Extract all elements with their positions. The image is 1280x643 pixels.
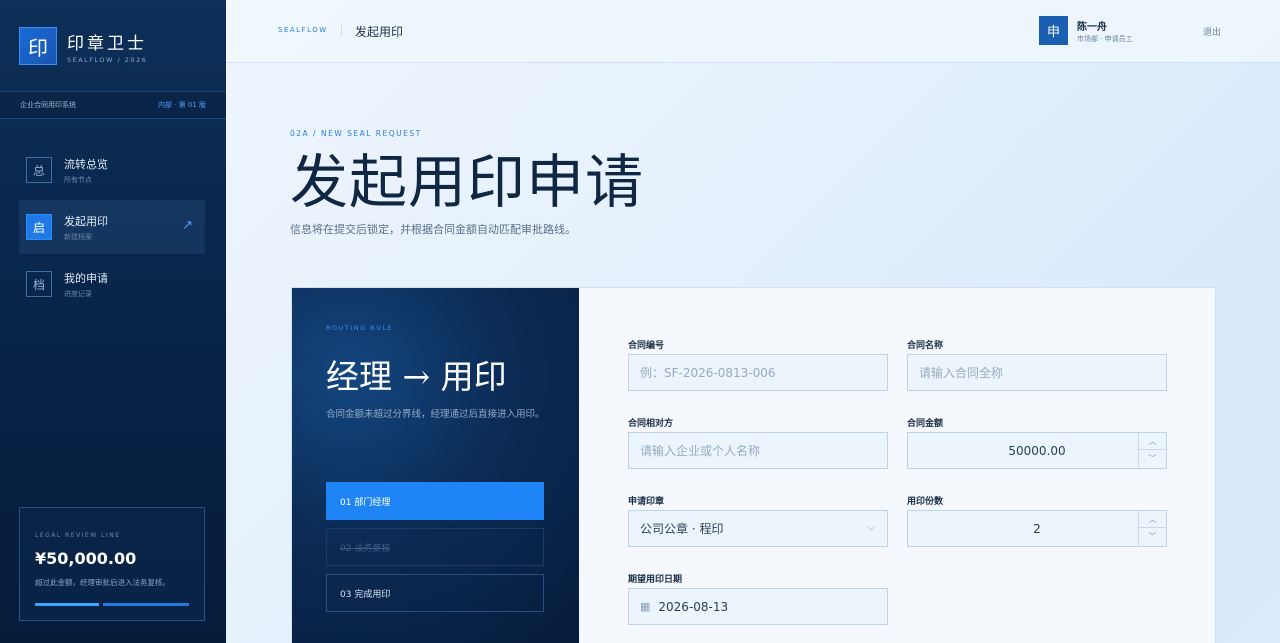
page-eyebrow: 02A / NEW SEAL REQUEST: [290, 129, 422, 138]
legal-threshold-amount: ¥50,000.00: [35, 549, 137, 568]
chevron-down-icon[interactable]: ﹀: [1139, 450, 1166, 467]
copies-stepper[interactable]: ︿ ﹀: [1138, 511, 1166, 546]
seal-label: 申请印章: [628, 497, 665, 507]
brand[interactable]: 印 印章卫士 SEALFLOW / 2026: [19, 27, 147, 65]
date-field: 期望用印日期 ▦ 2026-08-13: [628, 572, 888, 625]
sidebar-item-overview[interactable]: 总 流转总览 所有节点: [19, 143, 205, 197]
amount-value: 50000.00: [1008, 443, 1066, 458]
copies-value: 2: [1033, 521, 1041, 536]
avatar[interactable]: 申: [1039, 16, 1068, 45]
sidebar: 印 印章卫士 SEALFLOW / 2026 企业合同用印系统 内部 · 第 0…: [0, 0, 226, 643]
date-label: 期望用印日期: [628, 575, 683, 585]
seal-field: 申请印章 公司公章 · 程印 ⌵: [628, 494, 888, 547]
chevron-up-icon[interactable]: ︿: [1139, 511, 1166, 528]
chevron-up-icon[interactable]: ︿: [1139, 433, 1166, 450]
request-form: 合同编号 例：SF-2026-0813-006 合同名称 请输入合同全称 合同相…: [579, 288, 1215, 643]
overview-icon: 总: [26, 157, 52, 183]
logout-button[interactable]: 退出: [1203, 25, 1221, 38]
amount-label: 合同金额: [907, 419, 944, 429]
topbar-brand[interactable]: SEALFLOW: [278, 26, 328, 34]
divider: [341, 25, 342, 35]
user-department: 市场部 · 申请员工: [1077, 35, 1133, 43]
archive-icon: 档: [26, 271, 52, 297]
contract-no-field: 合同编号 例：SF-2026-0813-006: [628, 338, 888, 391]
main-content: SEALFLOW 发起用印 申 陈一舟 市场部 · 申请员工 退出 02A / …: [226, 0, 1280, 643]
brand-subtitle: SEALFLOW / 2026: [67, 55, 148, 64]
contract-no-label: 合同编号: [628, 341, 665, 351]
chevron-down-icon[interactable]: ﹀: [1139, 528, 1166, 545]
topbar: SEALFLOW 发起用印 申 陈一舟 市场部 · 申请员工 退出: [226, 0, 1280, 63]
route-step-manager: 01 部门经理: [326, 482, 544, 520]
legal-review-label: LEGAL REVIEW LINE: [35, 532, 121, 539]
page-description: 信息将在提交后锁定，并根据合同金额自动匹配审批路线。: [290, 223, 576, 236]
routing-rule-label: ROUTING RULE: [326, 324, 394, 332]
progress-segment: [103, 603, 189, 606]
date-value: 2026-08-13: [658, 599, 729, 614]
request-card: ROUTING RULE 经理 → 用印 合同金额未超过分界线，经理通过后直接进…: [291, 287, 1216, 643]
sidebar-nav: 总 流转总览 所有节点 启 发起用印 新建档案 ↗ 档 我的申请 进度记录: [19, 143, 205, 314]
chevron-down-icon: ⌵: [867, 522, 875, 533]
new-request-icon: 启: [26, 214, 52, 240]
page-title: 发起用印申请: [290, 148, 645, 216]
contract-name-field: 合同名称 请输入合同全称: [907, 338, 1167, 391]
legal-progress-bars: [35, 603, 189, 606]
seal-logo-icon: 印: [19, 27, 57, 65]
seal-select[interactable]: 公司公章 · 程印 ⌵: [628, 510, 888, 547]
copies-field: 用印份数 2 ︿ ﹀: [907, 494, 1167, 547]
contract-no-input[interactable]: 例：SF-2026-0813-006: [628, 354, 888, 391]
system-bar: 企业合同用印系统 内部 · 第 01 版: [0, 91, 226, 119]
topbar-title: 发起用印: [355, 25, 404, 39]
sidebar-item-label: 流转总览: [64, 157, 108, 171]
routing-rule-panel: ROUTING RULE 经理 → 用印 合同金额未超过分界线，经理通过后直接进…: [292, 288, 579, 643]
sidebar-item-sublabel: 进度记录: [64, 289, 92, 298]
sidebar-item-sublabel: 所有节点: [64, 175, 92, 184]
routing-rule-description: 合同金额未超过分界线，经理通过后直接进入用印。: [326, 409, 545, 420]
legal-review-note: 超过此金额，经理审批后进入法务复核。: [35, 578, 170, 587]
seal-select-value: 公司公章 · 程印: [640, 522, 724, 536]
sidebar-item-label: 发起用印: [64, 214, 108, 228]
copies-input[interactable]: 2 ︿ ﹀: [907, 510, 1167, 547]
arrow-up-right-icon: ↗: [182, 218, 193, 233]
date-input[interactable]: ▦ 2026-08-13: [628, 588, 888, 625]
counterparty-label: 合同相对方: [628, 419, 674, 429]
amount-field: 合同金额 50000.00 ︿ ﹀: [907, 416, 1167, 469]
route-step-legal: 02 法务复核: [326, 528, 544, 566]
system-name: 企业合同用印系统: [20, 101, 76, 109]
sidebar-item-my-requests[interactable]: 档 我的申请 进度记录: [19, 257, 205, 311]
legal-review-card: LEGAL REVIEW LINE ¥50,000.00 超过此金额，经理审批后…: [19, 507, 205, 621]
brand-title: 印章卫士: [67, 33, 147, 54]
counterparty-field: 合同相对方 请输入企业或个人名称: [628, 416, 888, 469]
user-name: 陈一舟: [1077, 22, 1107, 33]
contract-name-label: 合同名称: [907, 341, 944, 351]
amount-stepper[interactable]: ︿ ﹀: [1138, 433, 1166, 468]
contract-name-input[interactable]: 请输入合同全称: [907, 354, 1167, 391]
routing-rule-title: 经理 → 用印: [326, 357, 507, 396]
counterparty-input[interactable]: 请输入企业或个人名称: [628, 432, 888, 469]
version-badge: 内部 · 第 01 版: [157, 101, 206, 109]
progress-segment: [35, 603, 99, 606]
amount-input[interactable]: 50000.00 ︿ ﹀: [907, 432, 1167, 469]
sidebar-item-sublabel: 新建档案: [64, 232, 92, 241]
copies-label: 用印份数: [907, 497, 944, 507]
calendar-icon: ▦: [640, 600, 651, 613]
sidebar-item-new-request[interactable]: 启 发起用印 新建档案 ↗: [19, 200, 205, 254]
route-step-complete: 03 完成用印: [326, 574, 544, 612]
sidebar-item-label: 我的申请: [64, 271, 108, 285]
